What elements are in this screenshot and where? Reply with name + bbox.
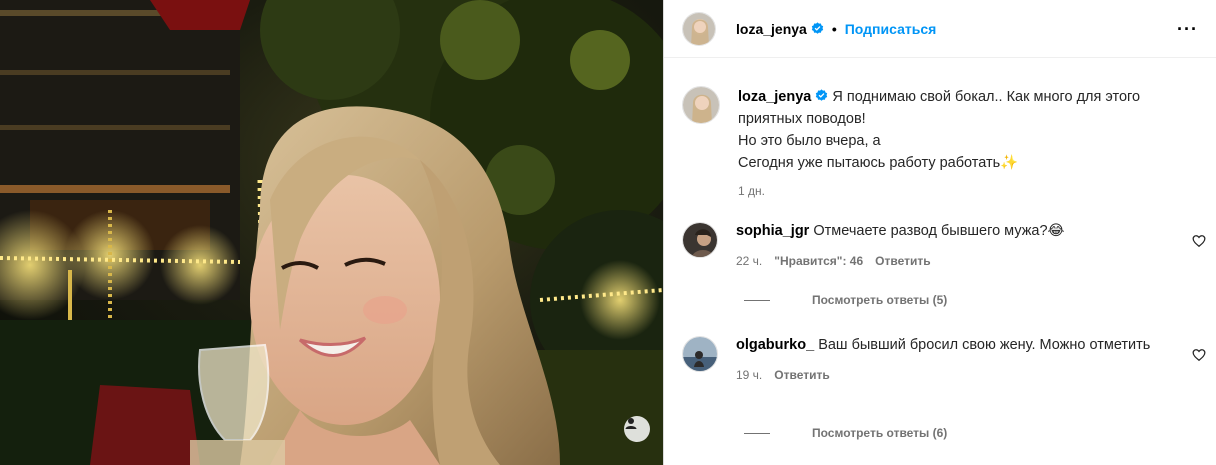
verified-badge-icon: [816, 89, 828, 101]
commenter-avatar[interactable]: [682, 336, 718, 372]
heart-outline-icon[interactable]: [1192, 234, 1206, 248]
author-username[interactable]: loza_jenya: [736, 21, 807, 37]
caption-timestamp[interactable]: 1 дн.: [738, 180, 1202, 202]
comment-body: sophia_jgr Отмечаете развод бывшего мужа…: [736, 222, 1176, 271]
instagram-post: loza_jenya • Подписаться ··· loza_jenya …: [0, 0, 1216, 465]
replies-divider: [744, 432, 770, 434]
caption-text-2: Но это было вчера, а: [738, 133, 881, 149]
author-avatar[interactable]: [682, 11, 716, 46]
post-header: loza_jenya • Подписаться ···: [664, 0, 1216, 58]
comment-timestamp[interactable]: 19 ч.: [736, 366, 762, 385]
more-options-icon[interactable]: ···: [1177, 20, 1198, 38]
commenter-username[interactable]: sophia_jgr: [736, 223, 809, 239]
reply-button[interactable]: Ответить: [875, 252, 930, 271]
caption-username[interactable]: loza_jenya: [738, 89, 811, 105]
commenter-avatar[interactable]: [682, 222, 718, 258]
commenter-username[interactable]: olgaburko_: [736, 337, 814, 353]
comment-text: Ваш бывший бросил свою жену. Можно отмет…: [818, 337, 1151, 353]
comment-body: olgaburko_ Ваш бывший бросил свою жену. …: [736, 336, 1176, 385]
view-replies-label[interactable]: Посмотреть ответы (6): [812, 426, 947, 440]
comment-text: Отмечаете развод бывшего мужа?😂: [813, 223, 1065, 239]
caption-line-1: loza_jenya Я поднимаю свой бокал.. Как м…: [738, 86, 1202, 130]
comment-item: sophia_jgr Отмечаете развод бывшего мужа…: [682, 222, 1212, 271]
comment-item: olgaburko_ Ваш бывший бросил свою жену. …: [682, 336, 1212, 385]
photo-illustration: [0, 0, 663, 465]
reply-button[interactable]: Ответить: [774, 366, 829, 385]
view-replies-button[interactable]: Посмотреть ответы (6): [744, 426, 947, 440]
view-replies-button[interactable]: Посмотреть ответы (5): [744, 293, 947, 307]
heart-outline-icon[interactable]: [1192, 348, 1206, 362]
comment-meta: 19 ч. Ответить: [736, 366, 1176, 385]
comment-likes[interactable]: "Нравится": 46: [774, 252, 863, 271]
caption-avatar[interactable]: [682, 86, 720, 124]
comment-timestamp[interactable]: 22 ч.: [736, 252, 762, 271]
view-replies-label[interactable]: Посмотреть ответы (5): [812, 293, 947, 307]
caption-body: loza_jenya Я поднимаю свой бокал.. Как м…: [738, 86, 1202, 202]
caption-text-3: Сегодня уже пытаюсь работу работать✨: [738, 155, 1019, 171]
post-sidebar: loza_jenya • Подписаться ··· loza_jenya …: [663, 0, 1216, 465]
post-photo[interactable]: [0, 0, 663, 465]
verified-badge-icon: [811, 22, 824, 34]
post-caption: loza_jenya Я поднимаю свой бокал.. Как м…: [682, 86, 1202, 202]
user-tag-icon[interactable]: [624, 416, 650, 442]
separator-dot: •: [831, 20, 837, 37]
replies-divider: [744, 299, 770, 301]
follow-button[interactable]: Подписаться: [845, 21, 937, 37]
comment-meta: 22 ч. "Нравится": 46 Ответить: [736, 252, 1176, 271]
